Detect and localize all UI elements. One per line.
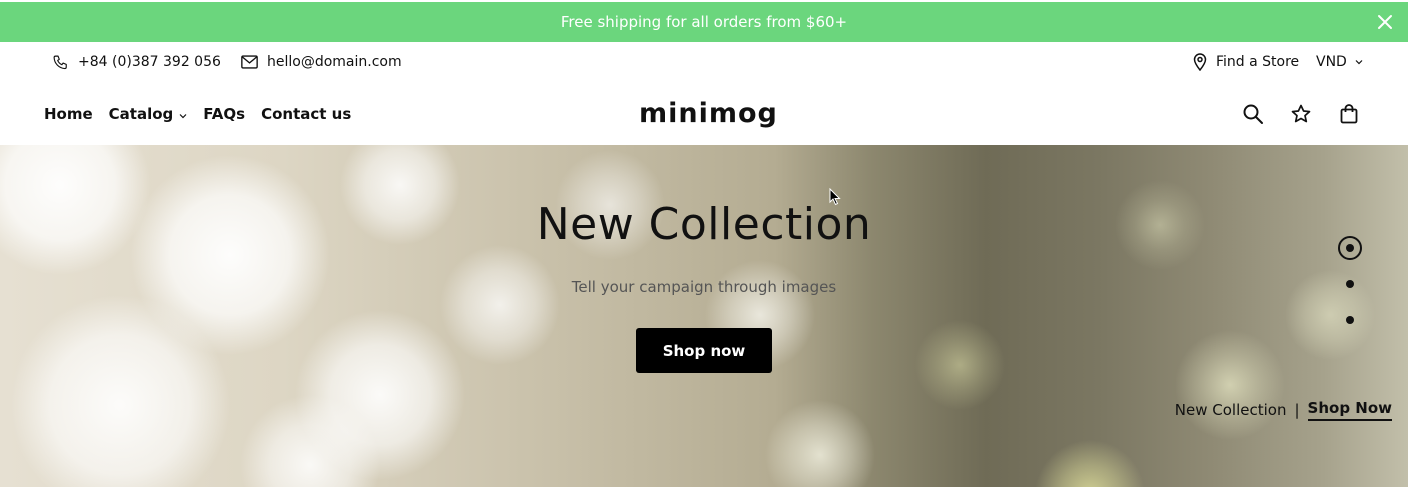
caption-separator: |: [1294, 401, 1300, 419]
main-nav: Home Catalog FAQs Contact us: [44, 82, 351, 145]
nav-catalog[interactable]: Catalog: [109, 105, 188, 123]
find-store-link[interactable]: Find a Store: [1193, 42, 1299, 82]
nav-faqs[interactable]: FAQs: [203, 105, 245, 123]
star-icon[interactable]: [1290, 103, 1312, 125]
currency-selector[interactable]: VND: [1316, 42, 1363, 82]
search-icon[interactable]: [1242, 103, 1264, 125]
site-logo[interactable]: minimog: [639, 96, 777, 132]
header-actions: [1242, 82, 1360, 145]
shop-now-button[interactable]: Shop now: [636, 328, 772, 373]
slide-caption: New Collection | Shop Now: [1175, 397, 1392, 423]
caption-collection: New Collection: [1174, 401, 1287, 419]
hero-subtitle: Tell your campaign through images: [571, 278, 837, 296]
caption-shop-link[interactable]: Shop Now: [1307, 399, 1392, 421]
nav-home[interactable]: Home: [44, 105, 93, 123]
nav-contact[interactable]: Contact us: [261, 105, 351, 123]
hero-banner: New Collection Tell your campaign throug…: [0, 145, 1408, 487]
chevron-down-icon: [179, 105, 187, 123]
announcement-bar: Free shipping for all orders from $60+: [0, 2, 1408, 42]
close-icon[interactable]: [1376, 13, 1394, 31]
nav-catalog-label: Catalog: [108, 104, 174, 123]
nav-contact-label: Contact us: [261, 104, 352, 123]
phone-link[interactable]: +84 (0)387 392 056: [52, 42, 221, 82]
slide-dot[interactable]: [1346, 280, 1354, 288]
phone-number: +84 (0)387 392 056: [78, 54, 221, 70]
nav-home-label: Home: [44, 104, 93, 123]
hero-title: New Collection: [536, 199, 872, 250]
find-store-label: Find a Store: [1216, 54, 1300, 70]
map-pin-icon: [1193, 53, 1207, 71]
currency-value: VND: [1316, 54, 1347, 70]
slide-dot-active[interactable]: [1338, 236, 1362, 260]
slide-dot[interactable]: [1346, 316, 1354, 324]
email-link[interactable]: hello@domain.com: [241, 42, 402, 82]
main-header: Home Catalog FAQs Contact us minimog: [0, 82, 1408, 145]
hero-content: New Collection Tell your campaign throug…: [0, 145, 1408, 487]
bag-icon[interactable]: [1338, 103, 1360, 125]
chevron-down-icon: [1355, 59, 1363, 65]
announcement-text: Free shipping for all orders from $60+: [560, 13, 848, 31]
top-info-bar: +84 (0)387 392 056 hello@domain.com Find…: [0, 42, 1408, 82]
phone-icon: [52, 54, 69, 71]
mouse-cursor-icon: [829, 188, 841, 206]
email-address: hello@domain.com: [267, 54, 402, 70]
nav-faqs-label: FAQs: [203, 104, 246, 123]
mail-icon: [241, 55, 258, 69]
